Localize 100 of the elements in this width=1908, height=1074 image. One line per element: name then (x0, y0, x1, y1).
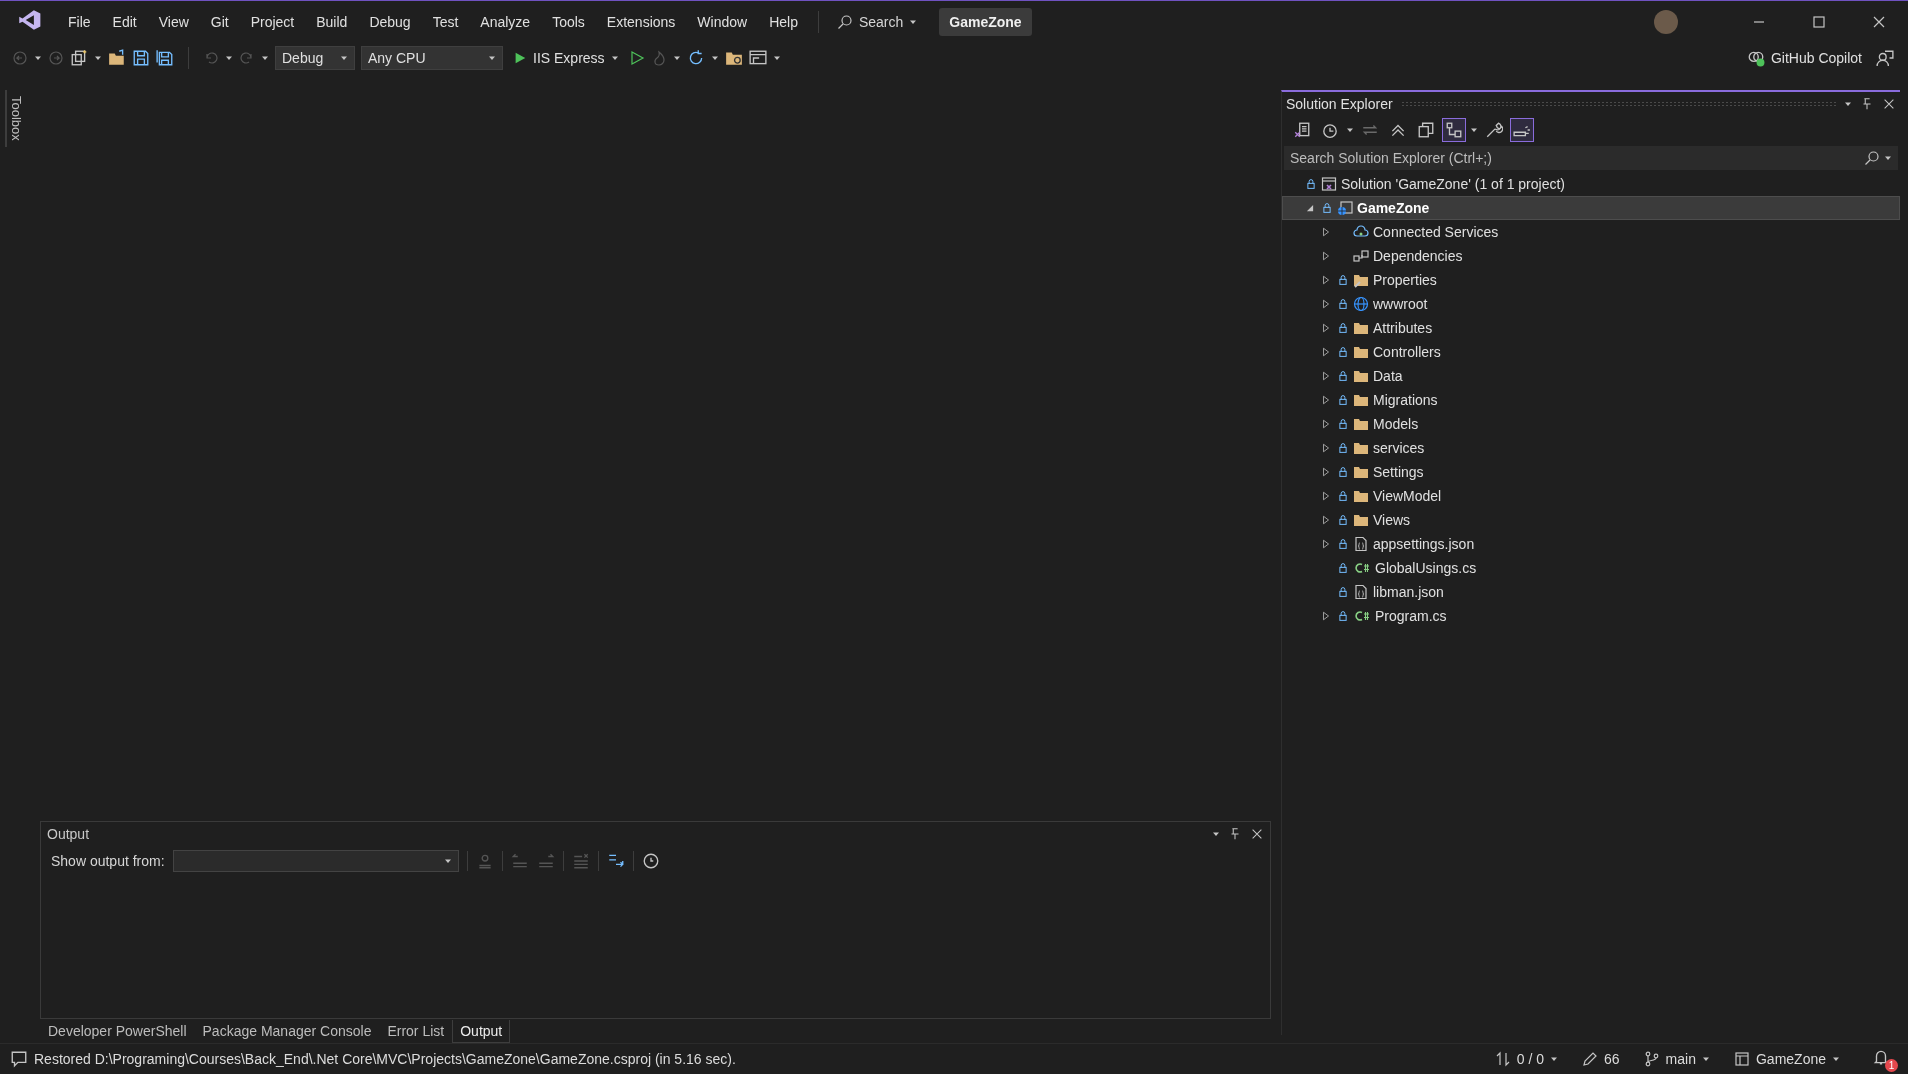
clock-icon[interactable] (1321, 121, 1339, 139)
expand-arrow-icon[interactable] (1321, 346, 1331, 358)
tree-item[interactable]: Migrations (1282, 388, 1900, 412)
expand-arrow-icon[interactable] (1321, 610, 1331, 622)
play-icon (513, 51, 527, 65)
panel-tab[interactable]: Output (452, 1019, 511, 1043)
caret-icon (225, 54, 233, 62)
menu-item[interactable]: Build (306, 9, 358, 34)
open-folder-icon[interactable] (108, 49, 126, 67)
expand-arrow-icon[interactable] (1321, 466, 1331, 478)
tree-item[interactable]: Dependencies (1282, 244, 1900, 268)
menu-item[interactable]: Help (759, 9, 808, 34)
tree-item[interactable]: Data (1282, 364, 1900, 388)
tree-item[interactable]: Connected Services (1282, 220, 1900, 244)
save-icon[interactable] (132, 49, 150, 67)
expand-arrow-icon[interactable] (1321, 226, 1331, 238)
avatar[interactable] (1654, 9, 1678, 34)
new-item-icon[interactable] (70, 49, 88, 67)
expanded-arrow-icon[interactable] (1305, 203, 1315, 213)
expand-arrow-icon[interactable] (1321, 322, 1331, 334)
document-icon[interactable] (1293, 121, 1311, 139)
window-layout-icon[interactable] (748, 49, 767, 67)
tree-item[interactable]: services (1282, 436, 1900, 460)
menu-item[interactable]: Tools (542, 9, 595, 34)
save-all-icon[interactable] (156, 49, 174, 67)
notifications-button[interactable]: 1 (1870, 1046, 1898, 1072)
expand-arrow-icon[interactable] (1321, 298, 1331, 310)
lock-icon (1306, 178, 1316, 190)
folder-icon (1353, 512, 1369, 528)
tree-item[interactable]: wwwroot (1282, 292, 1900, 316)
tree-item[interactable]: Views (1282, 508, 1900, 532)
caret-icon[interactable] (1844, 100, 1852, 108)
lock-icon (1338, 274, 1348, 286)
clock-icon[interactable] (641, 852, 660, 870)
copy-icon[interactable] (1417, 121, 1435, 139)
tree-item[interactable]: Attributes (1282, 316, 1900, 340)
search-button[interactable]: Search (828, 9, 926, 34)
tree-item[interactable]: Properties (1282, 268, 1900, 292)
expand-arrow-icon[interactable] (1321, 418, 1331, 430)
tree-item[interactable]: GlobalUsings.cs (1282, 556, 1900, 580)
panel-tab[interactable]: Package Manager Console (194, 1019, 380, 1043)
feedback-icon[interactable] (1876, 49, 1894, 67)
tree-item[interactable]: libman.json (1282, 580, 1900, 604)
expand-arrow-icon[interactable] (1321, 394, 1331, 406)
search-icon (836, 13, 853, 30)
csharp-file-icon (1353, 560, 1371, 576)
search-field[interactable]: Search Solution Explorer (Ctrl+;) (1284, 146, 1898, 170)
menu-item[interactable]: Edit (102, 9, 147, 34)
menu-item[interactable]: Analyze (470, 9, 541, 34)
tree-item[interactable]: appsettings.json (1282, 532, 1900, 556)
tree-item[interactable]: Program.cs (1282, 604, 1900, 628)
close-icon[interactable] (1250, 827, 1264, 841)
repository-status[interactable]: GameZone (1733, 1051, 1840, 1067)
lock-icon (1338, 562, 1348, 574)
tree-item[interactable]: Models (1282, 412, 1900, 436)
expand-arrow-icon[interactable] (1321, 490, 1331, 502)
solution-name-badge[interactable]: GameZone (939, 7, 1032, 36)
caret-icon (488, 54, 496, 62)
tree-item[interactable]: ViewModel (1282, 484, 1900, 508)
close-icon[interactable] (1882, 97, 1896, 111)
panel-tab[interactable]: Developer PowerShell (40, 1019, 195, 1043)
expand-arrow-icon[interactable] (1321, 274, 1331, 286)
caret-icon[interactable] (1212, 830, 1220, 838)
play-outline-icon[interactable] (628, 50, 645, 66)
edits-status[interactable]: 66 (1582, 1051, 1620, 1067)
copilot-button[interactable]: GitHub Copilot (1746, 49, 1862, 67)
run-button[interactable]: IIS Express (509, 47, 623, 69)
expand-arrow-icon[interactable] (1321, 538, 1331, 550)
caret-icon (1346, 126, 1354, 134)
hierarchy-icon[interactable] (1445, 121, 1463, 139)
tree-item[interactable]: Solution 'GameZone' (1 of 1 project) (1282, 172, 1900, 196)
menu-item[interactable]: Git (200, 9, 239, 34)
caret-icon (340, 54, 348, 62)
output-window-icon[interactable] (10, 1050, 28, 1068)
menu-item[interactable]: Project (240, 9, 305, 34)
menu-item[interactable]: View (148, 9, 199, 34)
folder-search-icon[interactable] (724, 49, 743, 67)
panel-tab[interactable]: Error List (379, 1019, 453, 1043)
tree-item[interactable]: Controllers (1282, 340, 1900, 364)
menu-item[interactable]: Test (422, 9, 469, 34)
menu-item[interactable]: File (58, 9, 101, 34)
expand-arrow-icon[interactable] (1321, 250, 1331, 262)
panel-title: Solution Explorer (1286, 96, 1393, 112)
tree-item[interactable]: GameZone (1282, 196, 1900, 220)
menu-item[interactable]: Extensions (596, 9, 686, 34)
dependencies-icon (1353, 248, 1369, 264)
json-file-icon (1353, 584, 1369, 600)
menu-item[interactable]: Window (687, 9, 758, 34)
platform-dropdown[interactable]: Any CPU (361, 46, 503, 70)
menu-item[interactable]: Debug (359, 9, 421, 34)
expand-arrow-icon[interactable] (1321, 442, 1331, 454)
configuration-dropdown[interactable]: Debug (275, 46, 355, 70)
word-wrap-icon[interactable] (606, 852, 625, 870)
maximize-icon[interactable] (1811, 13, 1827, 30)
tree-item[interactable]: Settings (1282, 460, 1900, 484)
expand-arrow-icon[interactable] (1321, 370, 1331, 382)
branch-status[interactable]: main (1643, 1051, 1710, 1067)
toolbox-tab[interactable]: Toolbox (4, 90, 26, 147)
sync-status[interactable]: 0 / 0 (1494, 1051, 1558, 1067)
expand-arrow-icon[interactable] (1321, 514, 1331, 526)
